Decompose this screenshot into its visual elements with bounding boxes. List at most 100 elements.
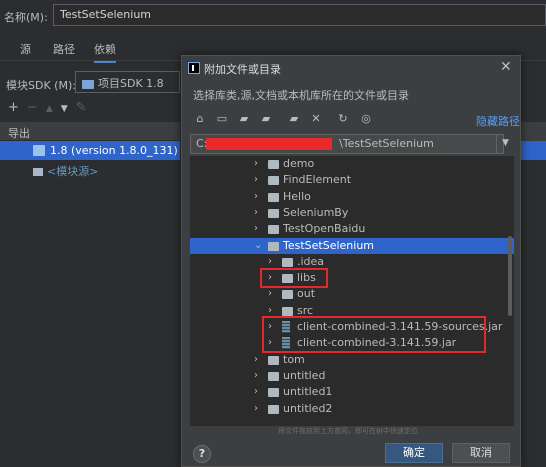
close-icon[interactable]: ✕ xyxy=(500,59,512,75)
chevron-down-icon[interactable]: ⌄ xyxy=(254,240,262,252)
chevron-right-icon[interactable]: › xyxy=(254,386,262,398)
folder-icon xyxy=(268,176,279,186)
folder-icon xyxy=(282,290,293,300)
folder-icon xyxy=(268,371,279,381)
folder-icon xyxy=(268,160,279,169)
dependency-toolbar: + − ▲ ▼ ✎ xyxy=(0,100,180,120)
path-suffix: \TestSetSelenium xyxy=(339,137,434,150)
tree-item-folder[interactable]: › FindElement xyxy=(190,172,514,188)
file-chooser-toolbar: ⌂ ▭ ▰ ▰ ▰ ✕ ↻ ◎ xyxy=(190,111,514,129)
hide-path-link[interactable]: 隐藏路径 xyxy=(476,113,520,129)
tree-item-folder[interactable]: › SeleniumBy xyxy=(190,205,514,221)
folder-icon xyxy=(268,241,279,251)
tree-item-label: src xyxy=(297,303,314,317)
ok-button[interactable]: 确定 xyxy=(385,443,443,463)
edit-icon[interactable]: ✎ xyxy=(76,100,87,115)
refresh-icon[interactable]: ↻ xyxy=(337,113,349,125)
tab-sources[interactable]: 源 xyxy=(20,41,31,57)
module-name-input[interactable]: TestSetSelenium xyxy=(53,4,546,26)
folder-icon xyxy=(268,355,279,365)
folder-icon xyxy=(268,192,279,202)
show-hidden-icon[interactable]: ◎ xyxy=(360,113,372,125)
tree-item-folder[interactable]: › tom xyxy=(190,352,514,368)
module-sdk-value: 项目SDK 1.8 xyxy=(98,77,164,90)
folder-icon xyxy=(282,257,293,267)
folder-icon xyxy=(268,208,279,218)
chevron-right-icon[interactable]: › xyxy=(268,256,276,268)
tree-item-label: out xyxy=(297,287,316,301)
chevron-down-icon[interactable]: ▼ xyxy=(496,134,514,154)
attach-files-dialog: 附加文件或目录 ✕ 选择库类,源,文档或本机库所在的文件或目录 ⌂ ▭ ▰ ▰ … xyxy=(181,55,521,467)
drag-drop-hint: 将文件拖放到上方查阅，即可在树中快速定位 xyxy=(278,427,418,435)
tree-item-label: tom xyxy=(283,352,305,366)
tree-item-folder[interactable]: › out xyxy=(190,286,514,302)
dialog-description: 选择库类,源,文档或本机库所在的文件或目录 xyxy=(193,89,409,102)
cancel-button[interactable]: 取消 xyxy=(452,443,510,463)
chevron-right-icon[interactable]: › xyxy=(254,207,262,219)
highlight-box-jars xyxy=(262,316,486,353)
folder-project-icon[interactable]: ▰ xyxy=(238,113,250,125)
intellij-icon xyxy=(188,62,200,74)
jdk-folder-icon xyxy=(33,145,45,156)
tree-item-label: SeleniumBy xyxy=(283,205,349,219)
chevron-right-icon[interactable]: › xyxy=(254,191,262,203)
home-icon[interactable]: ⌂ xyxy=(194,113,206,125)
add-icon[interactable]: + xyxy=(8,100,19,115)
column-header-right xyxy=(517,122,546,141)
tab-paths[interactable]: 路径 xyxy=(53,41,75,57)
tree-item-label: untitled1 xyxy=(283,385,333,399)
chevron-right-icon[interactable]: › xyxy=(254,354,262,366)
dialog-title: 附加文件或目录 xyxy=(204,63,281,76)
chevron-right-icon[interactable]: › xyxy=(254,223,262,235)
tree-item-folder[interactable]: ⌄ TestSetSelenium xyxy=(190,237,514,254)
tree-item-folder[interactable]: › untitled1 xyxy=(190,384,514,400)
remove-icon[interactable]: − xyxy=(27,100,38,115)
jdk-label: 1.8 (version 1.8.0_131) xyxy=(50,144,178,157)
chevron-right-icon[interactable]: › xyxy=(254,158,262,170)
move-down-icon[interactable]: ▼ xyxy=(61,104,68,114)
delete-icon[interactable]: ✕ xyxy=(310,113,322,125)
highlight-box-libs xyxy=(260,268,328,288)
chevron-right-icon[interactable]: › xyxy=(268,305,276,317)
tree-item-folder[interactable]: › TestOpenBaidu xyxy=(190,221,514,237)
tree-item-folder[interactable]: › demo xyxy=(190,156,514,172)
tree-item-folder[interactable]: › .idea xyxy=(190,254,514,270)
folder-icon xyxy=(282,306,293,316)
tree-item-label: untitled2 xyxy=(283,401,333,415)
tree-item-folder[interactable]: › Hello xyxy=(190,189,514,205)
help-button[interactable]: ? xyxy=(193,445,211,463)
folder-icon xyxy=(268,388,279,398)
chevron-right-icon[interactable]: › xyxy=(254,174,262,186)
file-tree[interactable]: › demo › FindElement › Hello › SeleniumBy › TestO… xyxy=(190,156,514,426)
chevron-right-icon[interactable]: › xyxy=(254,370,262,382)
desktop-icon[interactable]: ▭ xyxy=(216,113,228,125)
chevron-right-icon[interactable]: › xyxy=(254,403,262,415)
move-up-icon[interactable]: ▲ xyxy=(46,104,53,114)
tree-item-label: demo xyxy=(283,157,315,170)
tree-item-label: TestOpenBaidu xyxy=(283,222,366,236)
new-folder-icon[interactable]: ▰ xyxy=(288,113,300,125)
folder-icon xyxy=(268,404,279,414)
tree-item-folder[interactable]: › untitled xyxy=(190,368,514,384)
module-sdk-select[interactable]: 项目SDK 1.8 xyxy=(75,71,180,93)
module-source-icon xyxy=(33,168,43,176)
redaction-mark xyxy=(206,138,332,150)
name-label: 名称(M): xyxy=(4,11,48,24)
dependency-row-jdk-right xyxy=(517,141,546,160)
dependency-row-jdk[interactable]: 1.8 (version 1.8.0_131) xyxy=(0,141,180,160)
tree-item-label: TestSetSelenium xyxy=(283,238,375,252)
tree-scrollbar[interactable] xyxy=(508,236,512,316)
folder-icon xyxy=(268,225,279,235)
tree-item-folder[interactable]: › libs xyxy=(190,270,514,286)
tree-item-label: untitled xyxy=(283,368,326,382)
chevron-right-icon[interactable]: › xyxy=(268,288,276,300)
module-source-label: <模块源> xyxy=(47,165,99,178)
tree-item-label: Hello xyxy=(283,189,311,203)
folder-module-icon[interactable]: ▰ xyxy=(260,113,272,125)
tree-item-label: FindElement xyxy=(283,173,352,187)
dependency-row-module-source[interactable]: <模块源> xyxy=(33,163,98,179)
tree-item-folder[interactable]: › untitled2 xyxy=(190,401,514,417)
export-column-header: 导出 xyxy=(0,122,180,141)
tree-item-label: .idea xyxy=(297,254,325,268)
module-sdk-label: 模块SDK (M): xyxy=(6,79,76,92)
